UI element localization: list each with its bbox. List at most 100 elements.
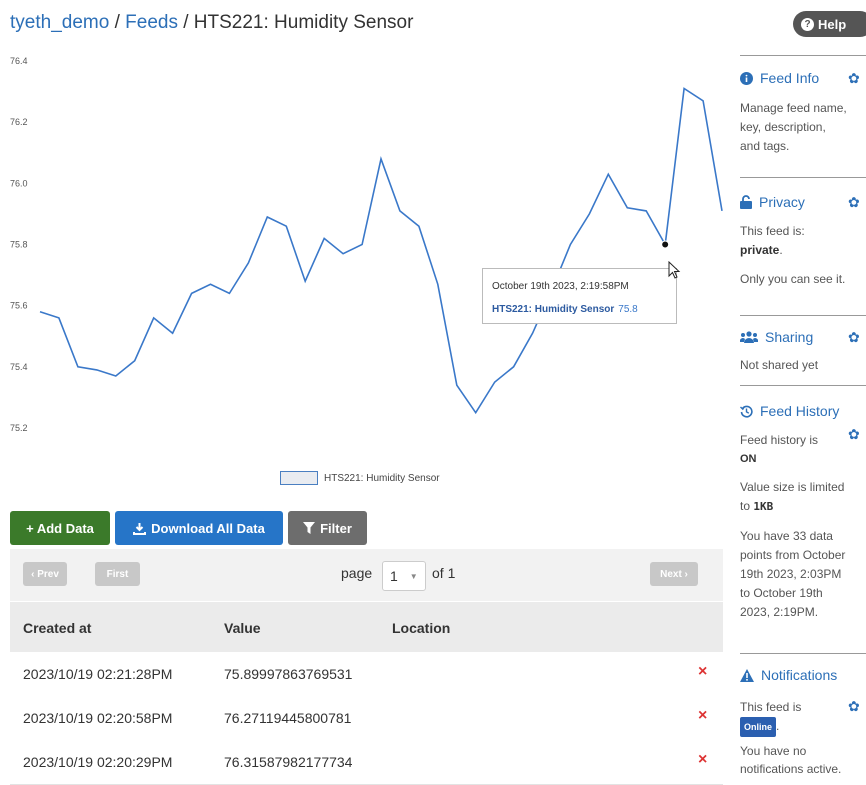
feed-info-text: key, description, (740, 120, 826, 134)
page-label: page (341, 565, 373, 581)
cell-created-at: 2023/10/19 02:20:58PM (23, 710, 173, 726)
sidebar-feed-info: Feed Info ✿ Manage feed name, key, descr… (740, 55, 866, 176)
column-header-location[interactable]: Location (392, 620, 450, 636)
tooltip-time: October 19th 2023, 2:19:58PM (492, 281, 629, 292)
delete-icon[interactable]: × (698, 663, 707, 681)
y-tick-label: 76.2 (10, 117, 28, 127)
pagination-bar: ‹ Prev First page 1 ▼ of 1 Next › (10, 549, 723, 601)
privacy-value: private (740, 243, 780, 257)
warning-icon (740, 668, 754, 682)
download-label: Download All Data (151, 520, 265, 536)
privacy-title[interactable]: Privacy (740, 194, 805, 210)
column-header-created-at[interactable]: Created at (23, 620, 91, 636)
online-badge: Online (740, 717, 777, 737)
chart-legend[interactable]: HTS221: Humidity Sensor (280, 471, 440, 485)
prev-page-button[interactable]: ‹ Prev (23, 562, 67, 586)
sidebar-privacy: Privacy ✿ This feed is: private. Only yo… (740, 177, 866, 300)
info-circle-icon (740, 71, 753, 85)
feed-info-gear-icon[interactable]: ✿ (848, 70, 860, 87)
download-icon (133, 522, 147, 535)
feed-history-label: Feed History (760, 403, 840, 419)
history-status: ON (740, 453, 757, 465)
notifications-text: You have no (740, 744, 807, 758)
filter-label: Filter (320, 520, 352, 536)
history-size-value: 1KB (753, 500, 774, 513)
cell-value: 76.27119445800781 (224, 710, 352, 726)
sharing-label: Sharing (765, 329, 814, 345)
sharing-title[interactable]: Sharing (740, 329, 813, 345)
breadcrumb-separator: / (183, 12, 189, 33)
table-row: 2023/10/19 02:20:58PM 76.27119445800781 … (10, 696, 723, 741)
unlock-icon (740, 195, 752, 209)
y-tick-label: 76.4 (10, 56, 28, 66)
help-label: Help (818, 16, 847, 32)
history-to: to (740, 499, 754, 513)
history-text: 19th 2023, 2:03PM (740, 567, 842, 581)
y-tick-label: 75.2 (10, 423, 28, 433)
breadcrumb-feeds-link[interactable]: Feeds (125, 12, 178, 33)
page-count-label: of 1 (432, 565, 456, 581)
notifications-title[interactable]: Notifications (740, 667, 837, 683)
privacy-text: This feed is: (740, 224, 805, 238)
y-tick-label: 76.0 (10, 178, 28, 188)
y-tick-label: 75.6 (10, 301, 28, 311)
privacy-status: private. (740, 242, 783, 258)
history-text: points from October (740, 548, 846, 562)
legend-label: HTS221: Humidity Sensor (324, 472, 440, 484)
history-size: to 1KB (740, 498, 773, 515)
y-tick-label: 75.8 (10, 240, 28, 250)
table-row: 2023/10/19 02:20:29PM 76.31587982177734 … (10, 740, 723, 785)
next-page-button[interactable]: Next › (650, 562, 698, 586)
privacy-gear-icon[interactable]: ✿ (848, 194, 860, 211)
first-page-button[interactable]: First (95, 562, 140, 586)
legend-swatch (280, 471, 318, 485)
history-text: Value size is limited (740, 480, 845, 494)
breadcrumb-user-link[interactable]: tyeth_demo (10, 12, 109, 33)
feed-info-title[interactable]: Feed Info (740, 70, 819, 86)
y-tick-label: 75.4 (10, 362, 28, 372)
tooltip-value: 75.8 (618, 304, 638, 315)
table-header: Created at Value Location (10, 602, 723, 652)
sidebar-notifications: Notifications ✿ This feed is Online. You… (740, 653, 866, 776)
tooltip-series-name: HTS221: Humidity Sensor (492, 304, 615, 315)
sharing-text: Not shared yet (740, 358, 819, 372)
notifications-gear-icon[interactable]: ✿ (848, 698, 860, 715)
notifications-text: This feed is (740, 700, 802, 714)
cell-created-at: 2023/10/19 02:20:29PM (23, 754, 173, 770)
add-data-button[interactable]: + Add Data (10, 511, 110, 545)
sidebar-feed-history: Feed History ✿ Feed history is ON Value … (740, 385, 866, 656)
page-select[interactable]: 1 ▼ (382, 561, 426, 591)
chart-tooltip: October 19th 2023, 2:19:58PM HTS221: Hum… (482, 268, 677, 324)
notifications-period: . (776, 719, 780, 733)
history-text: 2023, 2:19PM. (740, 605, 819, 619)
add-data-label: + Add Data (26, 520, 94, 536)
tooltip-series: HTS221: Humidity Sensor 75.8 (492, 304, 638, 315)
privacy-period: . (779, 243, 783, 257)
delete-icon[interactable]: × (698, 707, 707, 725)
highlighted-data-point[interactable] (661, 240, 670, 249)
sharing-gear-icon[interactable]: ✿ (848, 329, 860, 346)
help-button[interactable]: ? Help (793, 11, 866, 37)
chart-series-line (39, 87, 723, 415)
feed-info-label: Feed Info (760, 70, 820, 86)
cell-value: 76.31587982177734 (224, 754, 353, 770)
mouse-cursor-icon (668, 261, 681, 279)
notifications-status: Online. (740, 717, 779, 737)
feed-history-title[interactable]: Feed History (740, 403, 839, 419)
filter-icon (303, 522, 316, 534)
cell-value: 75.89997863769531 (224, 666, 353, 682)
page-title: HTS221: Humidity Sensor (193, 12, 414, 33)
history-icon (740, 405, 753, 418)
feed-history-gear-icon[interactable]: ✿ (848, 426, 860, 443)
download-all-data-button[interactable]: Download All Data (115, 511, 283, 545)
privacy-text: Only you can see it. (740, 272, 846, 286)
history-text: to October 19th (740, 586, 823, 600)
question-circle-icon: ? (801, 17, 814, 31)
table-row: 2023/10/19 02:21:28PM 75.89997863769531 … (10, 652, 723, 697)
column-header-value[interactable]: Value (224, 620, 261, 636)
filter-button[interactable]: Filter (288, 511, 367, 545)
humidity-line-chart[interactable]: 76.4 76.2 76.0 75.8 75.6 75.4 75.2 (0, 50, 730, 460)
page-select-value: 1 (390, 568, 398, 584)
feed-info-text: Manage feed name, (740, 101, 847, 115)
delete-icon[interactable]: × (698, 751, 707, 769)
